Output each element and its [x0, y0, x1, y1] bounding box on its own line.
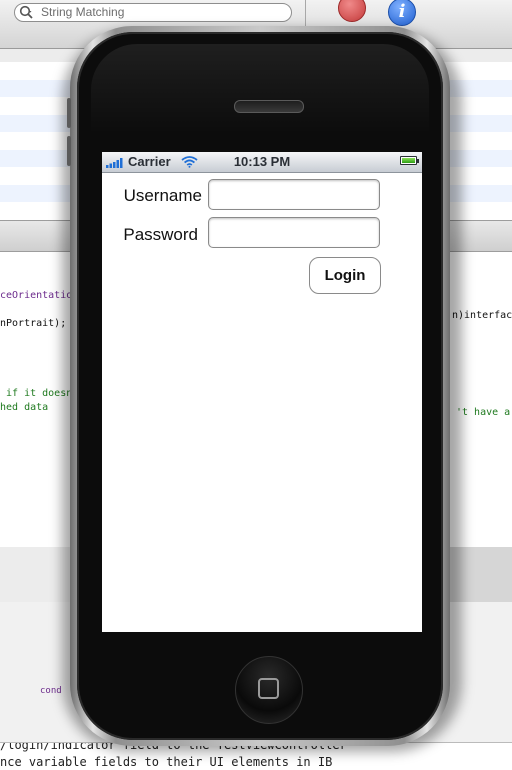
status-time: 10:13 PM — [233, 154, 291, 169]
glass-highlight — [91, 44, 429, 134]
volume-down-button[interactable] — [67, 136, 71, 166]
code-line: cond — [40, 686, 62, 696]
username-label: Username — [123, 186, 202, 205]
search-placeholder: String Matching — [41, 5, 125, 19]
earpiece-speaker — [234, 100, 304, 113]
username-field[interactable] — [208, 179, 380, 210]
phone-screen: Carrier 10:13 PM Username Password Login — [102, 152, 422, 632]
login-button[interactable]: Login — [309, 257, 381, 294]
search-field[interactable]: String Matching — [14, 3, 292, 22]
status-bar: Carrier 10:13 PM — [102, 152, 422, 173]
info-icon[interactable]: i — [388, 0, 416, 26]
battery-icon — [400, 156, 419, 165]
code-line: nPortrait); — [0, 318, 67, 329]
log-line: nce variable fields to their UI elements… — [0, 755, 333, 769]
home-square-icon — [258, 678, 279, 699]
code-line: hed data — [0, 402, 49, 413]
search-icon — [19, 5, 33, 19]
password-label: Password — [123, 225, 198, 244]
code-line: 't have a — [456, 407, 511, 418]
stop-icon[interactable] — [338, 0, 366, 22]
volume-up-button[interactable] — [67, 98, 71, 128]
home-button[interactable] — [235, 656, 303, 724]
password-field[interactable] — [208, 217, 380, 248]
